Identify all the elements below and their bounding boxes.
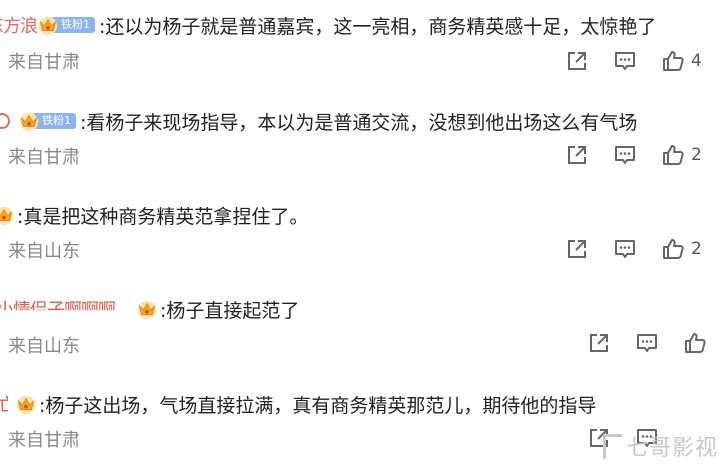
share-button[interactable]	[587, 330, 635, 356]
comment-username[interactable]: 东方浪	[0, 12, 38, 38]
comment-text: :杨子这出场，气场直接拉满，真有商务精英那范儿，期待他的指导	[39, 394, 597, 417]
like-count: 4	[691, 51, 702, 71]
share-icon	[587, 331, 611, 355]
like-button[interactable]: 2	[661, 142, 709, 168]
comment-text: :看杨子来现场指导，本以为是普通交流，没想到他出场这么有气场	[80, 111, 638, 134]
reply-button[interactable]	[613, 142, 661, 168]
share-button[interactable]	[565, 236, 613, 262]
thumbs-up-icon	[683, 331, 707, 355]
comment-location: 来自甘肃	[8, 430, 80, 451]
comment-text: :杨子直接起范了	[160, 299, 300, 322]
thumbs-up-icon	[661, 49, 685, 73]
comment-icon	[613, 143, 637, 167]
comment-actions: 2	[565, 236, 709, 262]
crown-icon	[136, 298, 158, 320]
fan-badge: 铁粉1	[18, 111, 76, 131]
watermark-text: 七哥影视	[625, 436, 718, 461]
share-button[interactable]	[565, 48, 613, 74]
crown-icon	[0, 204, 15, 226]
crown-icon	[18, 110, 40, 132]
comment-item: 铁粉1 :看杨子来现场指导，本以为是普通交流，没想到他出场这么有气场 来自甘肃 …	[0, 95, 726, 190]
like-button[interactable]	[683, 330, 726, 356]
comment-text: :还以为杨子就是普通嘉宾，这一亮相，商务精英感十足，太惊艳了	[99, 15, 657, 38]
thumbs-up-icon	[661, 237, 685, 261]
share-icon	[565, 143, 589, 167]
comment-actions	[587, 330, 726, 356]
comment-location: 来自山东	[8, 336, 80, 357]
crown-icon	[37, 14, 59, 36]
crown-icon	[15, 393, 37, 415]
reply-button[interactable]	[635, 330, 683, 356]
comment-icon	[613, 237, 637, 261]
comment-username[interactable]: 亡	[0, 391, 8, 417]
like-button[interactable]: 2	[661, 236, 709, 262]
comment-actions: 4	[565, 48, 709, 74]
thumbs-up-icon	[661, 143, 685, 167]
share-icon	[565, 237, 589, 261]
comment-item: 东方浪 铁粉1 :还以为杨子就是普通嘉宾，这一亮相，商务精英感十足，太惊艳了 来…	[0, 0, 726, 95]
like-count: 2	[691, 239, 702, 259]
comment-item: 小情侣子啊啊啊 :杨子直接起范了 来自山东	[0, 285, 726, 380]
avatar[interactable]	[0, 113, 10, 129]
watermark: 七哥影视	[602, 430, 718, 462]
comment-icon	[635, 331, 659, 355]
comment-location: 来自山东	[8, 241, 80, 262]
watermark-logo-icon	[602, 433, 622, 459]
share-icon	[565, 49, 589, 73]
comment-icon	[613, 49, 637, 73]
share-button[interactable]	[565, 142, 613, 168]
like-count: 2	[691, 145, 702, 165]
like-button[interactable]: 4	[661, 48, 709, 74]
comment-text: :真是把这种商务精英范拿捏住了。	[17, 205, 309, 228]
fan-badge: 铁粉1	[37, 15, 95, 35]
comment-username[interactable]: 小情侣子啊啊啊	[0, 296, 115, 310]
comment-item: :真是把这种商务精英范拿捏住了。 来自山东 2	[0, 190, 726, 285]
comment-location: 来自甘肃	[8, 52, 80, 73]
comment-location: 来自甘肃	[8, 147, 80, 168]
comment-actions: 2	[565, 142, 709, 168]
reply-button[interactable]	[613, 236, 661, 262]
reply-button[interactable]	[613, 48, 661, 74]
